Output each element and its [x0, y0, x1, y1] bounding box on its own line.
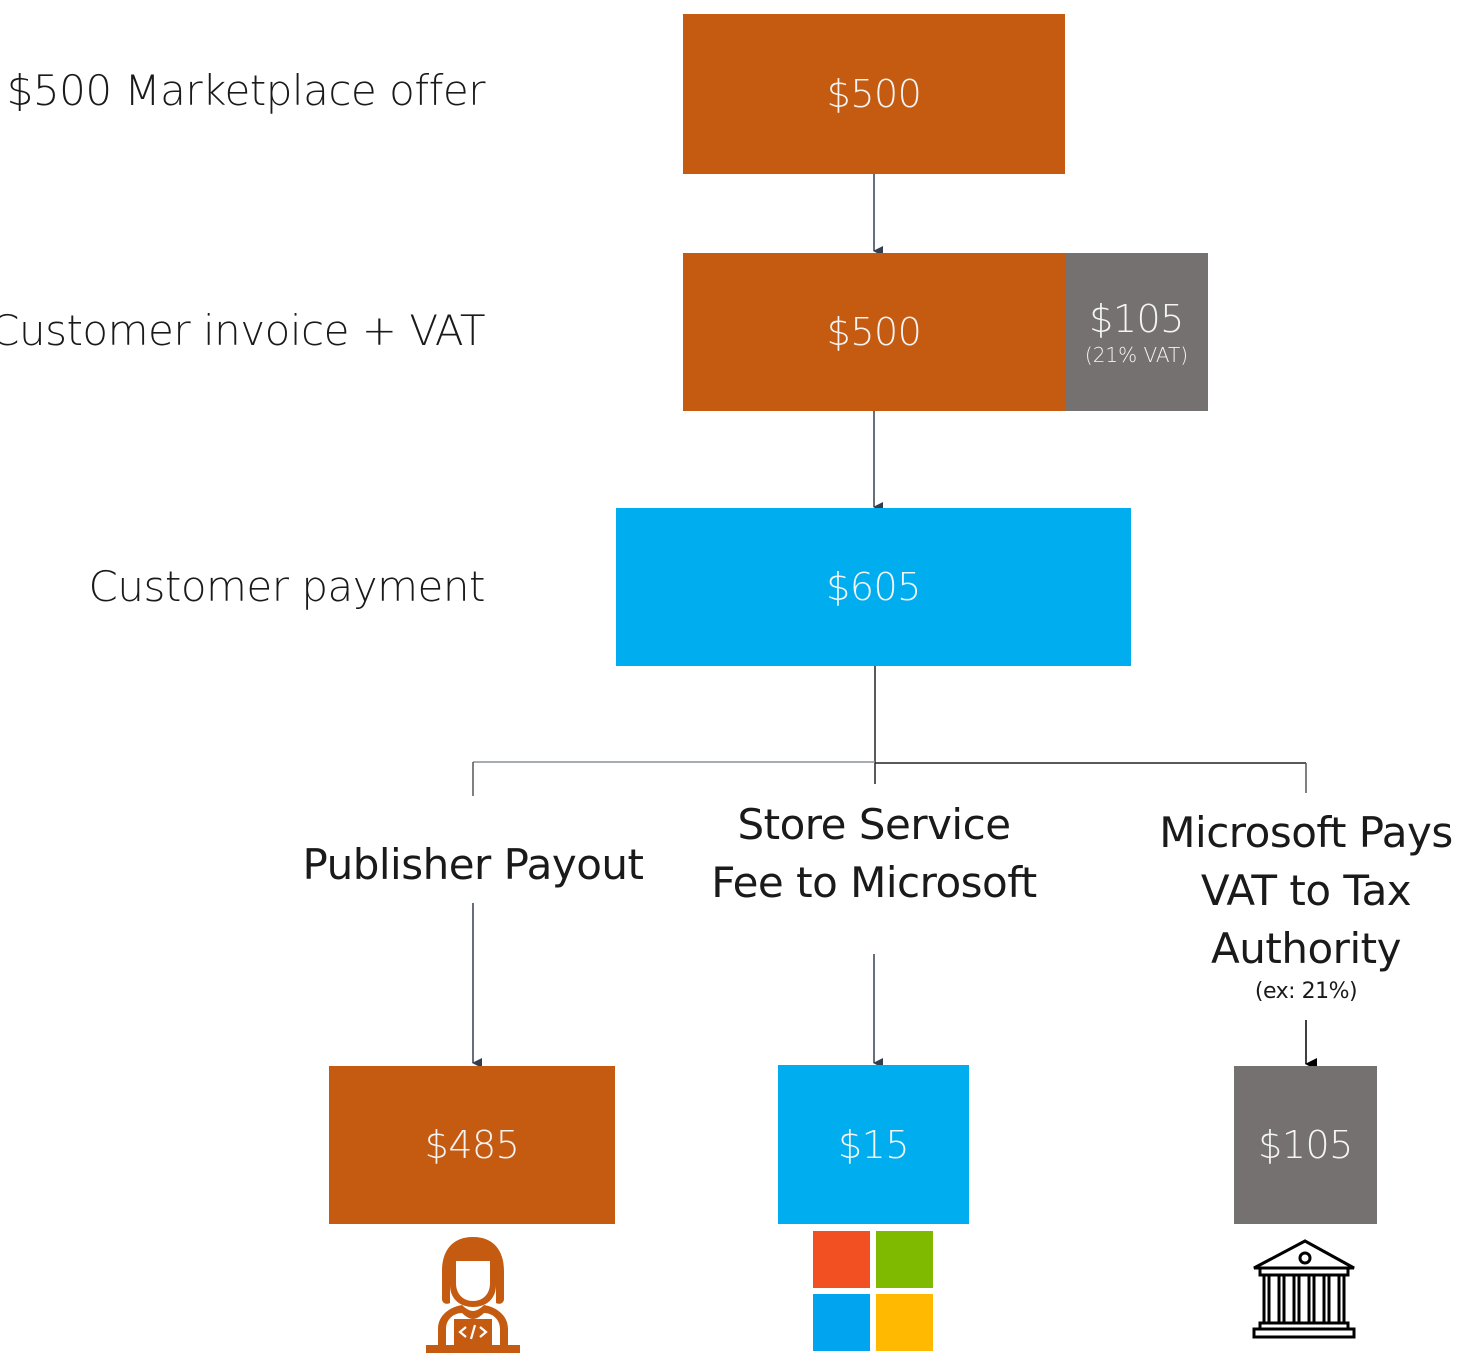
payment-amount: $605 — [826, 565, 921, 609]
publisher-payout-amount: $485 — [424, 1123, 520, 1167]
tax-line1: Microsoft Pays — [1159, 808, 1453, 857]
government-building-icon — [1252, 1239, 1356, 1339]
vat-amount: $105 — [1089, 297, 1184, 341]
offer-amount-box: $500 — [683, 14, 1065, 174]
ms-logo-yellow-square — [876, 1294, 933, 1351]
tax-note: (ex: 21%) — [1254, 979, 1358, 1004]
publisher-payout-box: $485 — [329, 1066, 615, 1224]
invoice-amount-box: $500 — [683, 253, 1065, 411]
store-fee-label: Store Service Fee to Microsoft — [674, 796, 1074, 912]
payment-amount-box: $605 — [616, 508, 1131, 666]
tax-amount: $105 — [1258, 1123, 1353, 1167]
invoice-amount: $500 — [826, 310, 922, 354]
store-fee-line2: Fee to Microsoft — [711, 858, 1037, 907]
invoice-row-label: Customer invoice + VAT — [0, 306, 485, 355]
store-fee-box: $15 — [778, 1065, 969, 1224]
tax-box: $105 — [1234, 1066, 1377, 1224]
vat-amount-box: $105 (21% VAT) — [1065, 253, 1208, 411]
publisher-payout-label: Publisher Payout — [273, 836, 673, 894]
vat-note: (21% VAT) — [1084, 343, 1189, 367]
ms-logo-blue-square — [813, 1294, 870, 1351]
tax-authority-label: Microsoft Pays VAT to Tax Authority (ex:… — [1146, 804, 1466, 1006]
microsoft-logo-icon — [813, 1231, 933, 1351]
payment-row-label: Customer payment — [88, 562, 486, 611]
store-fee-amount: $15 — [837, 1122, 910, 1167]
developer-icon — [426, 1237, 520, 1353]
publisher-payout-text: Publisher Payout — [302, 840, 644, 889]
ms-logo-green-square — [876, 1231, 933, 1288]
ms-logo-red-square — [813, 1231, 870, 1288]
tax-line2: VAT to Tax — [1200, 866, 1412, 915]
split-connector — [472, 666, 1307, 796]
store-fee-line1: Store Service — [737, 800, 1011, 849]
offer-amount: $500 — [826, 72, 922, 116]
offer-row-label: $500 Marketplace offer — [6, 66, 486, 115]
tax-line3: Authority — [1211, 924, 1401, 973]
